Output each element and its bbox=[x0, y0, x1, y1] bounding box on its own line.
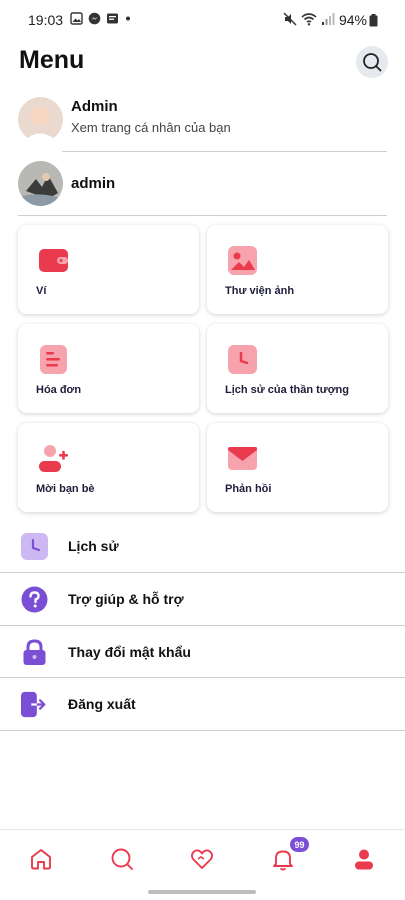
menu-item-label: Lịch sử bbox=[68, 538, 119, 554]
card-label: Hóa đơn bbox=[36, 384, 82, 396]
message-notification-icon bbox=[107, 13, 118, 24]
menu-item-help-support[interactable]: Trợ giúp & hỗ trợ bbox=[0, 573, 405, 625]
home-icon bbox=[31, 849, 51, 870]
menu-card-idol-history[interactable]: Lịch sử của thần tượng bbox=[207, 324, 388, 413]
status-bar: 19:03 94% bbox=[0, 0, 405, 40]
gallery-notification-icon bbox=[70, 12, 83, 25]
profile-name: admin bbox=[71, 175, 116, 192]
menu-item-logout[interactable]: Đăng xuất bbox=[0, 678, 405, 730]
wallet-icon bbox=[39, 249, 68, 272]
clock-icon bbox=[21, 532, 48, 560]
avatar bbox=[18, 97, 63, 142]
nav-home[interactable] bbox=[28, 846, 54, 872]
menu-item-change-password[interactable]: Thay đổi mật khẩu bbox=[0, 626, 405, 678]
nav-search[interactable] bbox=[109, 846, 135, 872]
profile-admin-secondary[interactable]: admin bbox=[18, 161, 115, 206]
bottom-nav bbox=[0, 829, 405, 887]
wifi-icon bbox=[301, 13, 317, 26]
menu-item-label: Trợ giúp & hỗ trợ bbox=[68, 591, 184, 607]
invoice-icon bbox=[40, 345, 67, 374]
menu-card-invoice[interactable]: Hóa đơn bbox=[18, 324, 199, 413]
menu-card-gallery[interactable]: Thư viện ảnh bbox=[207, 225, 388, 314]
menu-item-label: Thay đổi mật khẩu bbox=[68, 644, 191, 660]
signal-icon bbox=[322, 13, 335, 25]
notification-badge: 99 bbox=[290, 837, 309, 852]
card-label: Mời bạn bè bbox=[36, 483, 95, 495]
menu-item-history[interactable]: Lịch sử bbox=[0, 520, 405, 572]
battery-icon bbox=[369, 14, 378, 27]
card-label: Ví bbox=[36, 285, 47, 297]
page-title: Menu bbox=[19, 46, 85, 74]
mail-icon bbox=[228, 447, 257, 470]
messenger-notification-icon bbox=[88, 12, 101, 25]
divider bbox=[62, 151, 387, 152]
menu-card-feedback[interactable]: Phản hồi bbox=[207, 423, 388, 512]
status-time: 19:03 bbox=[28, 12, 64, 28]
nav-favorites[interactable] bbox=[189, 846, 215, 872]
more-dot-icon bbox=[126, 16, 130, 21]
menu-item-label: Đăng xuất bbox=[68, 696, 136, 712]
clock-icon bbox=[228, 345, 257, 374]
menu-card-invite-friends[interactable]: Mời bạn bè bbox=[18, 423, 199, 512]
divider bbox=[0, 730, 405, 731]
profile-subtitle: Xem trang cá nhân của bạn bbox=[71, 120, 231, 135]
help-icon bbox=[21, 586, 48, 612]
card-label: Phản hồi bbox=[225, 483, 272, 495]
mute-icon bbox=[283, 12, 297, 26]
bell-icon bbox=[273, 850, 293, 871]
avatar bbox=[18, 161, 63, 206]
user-icon bbox=[355, 849, 373, 870]
menu-card-wallet[interactable]: Ví bbox=[18, 225, 199, 314]
card-label: Thư viện ảnh bbox=[225, 285, 295, 297]
lock-icon bbox=[23, 638, 46, 665]
heart-icon bbox=[190, 849, 214, 869]
card-label: Lịch sử của thần tượng bbox=[225, 384, 349, 396]
home-indicator[interactable] bbox=[148, 890, 256, 894]
logout-icon bbox=[21, 691, 46, 717]
battery-percent: 94% bbox=[338, 12, 367, 28]
add-friend-icon bbox=[39, 445, 68, 472]
search-icon bbox=[111, 848, 133, 870]
search-button[interactable] bbox=[356, 46, 388, 78]
divider bbox=[18, 215, 387, 216]
search-icon bbox=[363, 53, 382, 72]
image-icon bbox=[228, 246, 257, 275]
nav-profile[interactable] bbox=[351, 846, 377, 872]
profile-admin[interactable]: Admin Xem trang cá nhân của bạn bbox=[18, 97, 231, 142]
profile-name: Admin bbox=[71, 98, 118, 115]
